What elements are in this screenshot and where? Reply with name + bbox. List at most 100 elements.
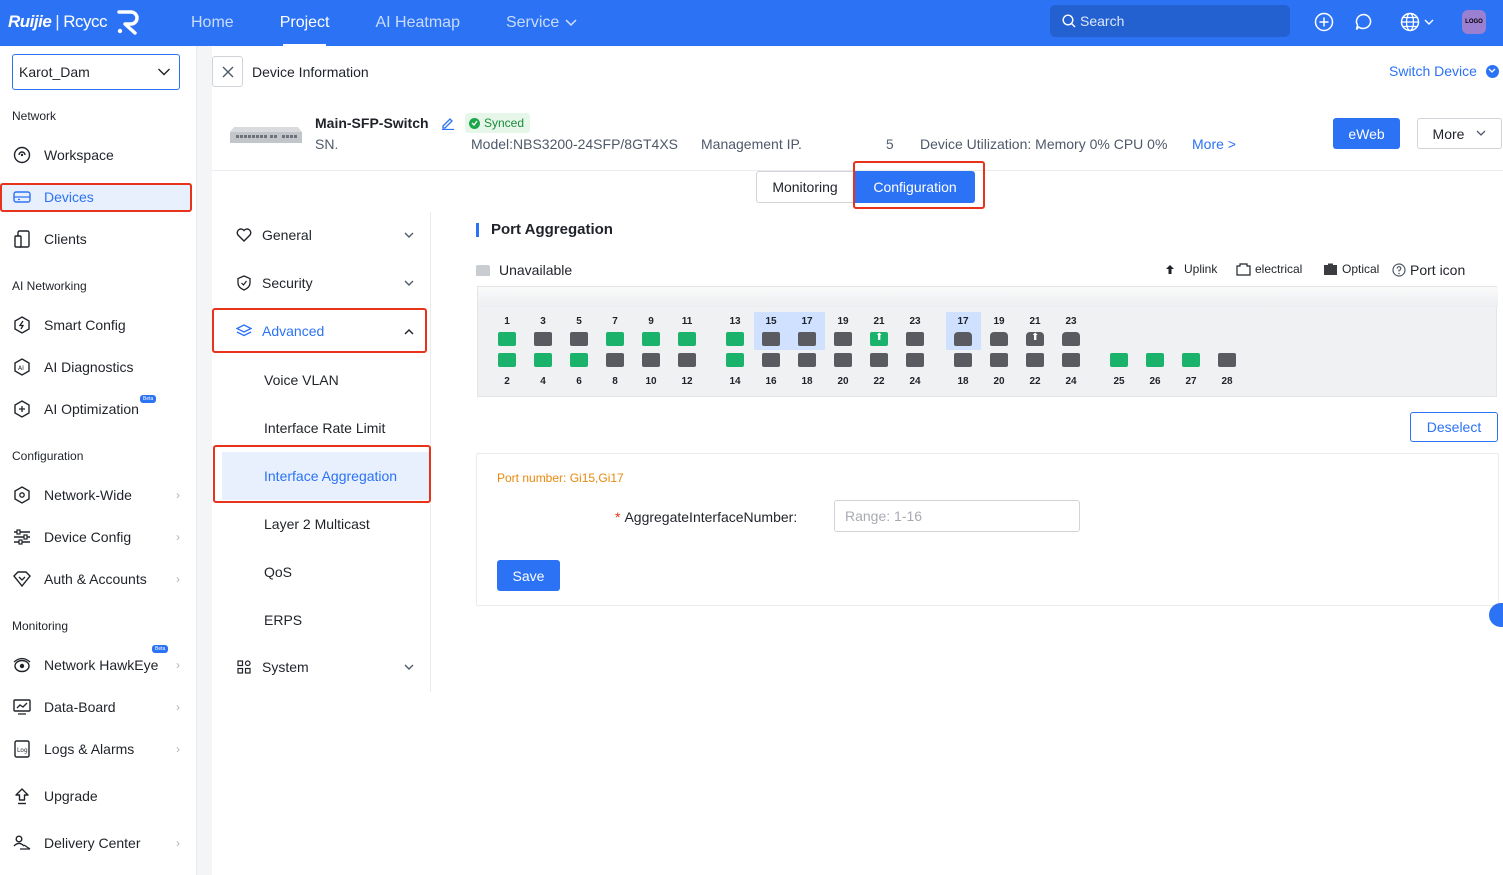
tab-monitoring[interactable]: Monitoring: [756, 171, 854, 203]
port-label: 18: [801, 376, 813, 387]
port-2[interactable]: [498, 353, 516, 367]
port-24[interactable]: [906, 353, 924, 367]
brand-mark-icon: [117, 10, 139, 35]
port-label: 4: [540, 376, 546, 387]
electrical-port-20[interactable]: [990, 353, 1008, 367]
legend-optical-label: Optical: [1342, 262, 1380, 276]
submenu-qos[interactable]: QoS: [222, 548, 430, 596]
sidebar-item-network-wide[interactable]: Network-Wide ›: [0, 481, 190, 509]
sidebar-item-logs-alarms[interactable]: Log Logs & Alarms ›: [0, 735, 190, 763]
ai-diagnostics-icon: AI: [12, 357, 32, 377]
sidebar-item-smart-config[interactable]: Smart Config: [0, 311, 190, 339]
data-board-icon: [12, 697, 32, 717]
submenu-system-label: System: [262, 659, 309, 675]
port-22[interactable]: [870, 353, 888, 367]
message-icon[interactable]: [1353, 11, 1375, 33]
save-button[interactable]: Save: [497, 560, 560, 591]
submenu-layer2-multicast[interactable]: Layer 2 Multicast: [222, 500, 430, 548]
more-button[interactable]: More: [1417, 118, 1502, 149]
edit-icon[interactable]: [441, 116, 455, 130]
sidebar-item-network-hawkeye[interactable]: Network HawkEye Beta ›: [0, 645, 190, 679]
ai-optimization-icon: [12, 399, 32, 419]
port-12[interactable]: [678, 353, 696, 367]
port-11[interactable]: [678, 332, 696, 346]
device-model: Model:NBS3200-24SFP/8GT4XS: [471, 136, 678, 152]
sidebar-item-auth-accounts[interactable]: Auth & Accounts ›: [0, 565, 190, 593]
port-25[interactable]: [1110, 353, 1128, 367]
nav-ai-heatmap[interactable]: AI Heatmap: [352, 0, 482, 46]
project-select[interactable]: Karot_Dam: [12, 54, 180, 90]
port-14[interactable]: [726, 353, 744, 367]
nav-project-label: Project: [279, 14, 330, 31]
add-icon[interactable]: [1313, 11, 1335, 33]
submenu-general[interactable]: General: [222, 213, 430, 257]
eweb-button[interactable]: eWeb: [1333, 118, 1400, 149]
submenu-voice-vlan[interactable]: Voice VLAN: [222, 356, 430, 404]
sidebar-item-workspace[interactable]: Workspace: [0, 141, 190, 169]
switch-device-link[interactable]: Switch Device: [1389, 63, 1499, 79]
port-19[interactable]: [834, 332, 852, 346]
electrical-port-21[interactable]: ⬆: [1026, 332, 1044, 346]
port-4[interactable]: [534, 353, 552, 367]
sidebar-item-device-config[interactable]: Device Config ›: [0, 523, 190, 551]
close-button[interactable]: [212, 56, 243, 87]
port-9[interactable]: [642, 332, 660, 346]
close-icon: [222, 66, 233, 77]
top-navigation-bar: Ruijie | Rcycc Home Project AI Heatmap S…: [0, 0, 1503, 46]
port-15[interactable]: [762, 332, 780, 346]
port-27[interactable]: [1182, 353, 1200, 367]
port-5[interactable]: [570, 332, 588, 346]
electrical-port-17[interactable]: [954, 332, 972, 346]
legend-electrical-label: electrical: [1255, 262, 1303, 276]
port-16[interactable]: [762, 353, 780, 367]
nav-service[interactable]: Service: [483, 0, 600, 46]
port-28[interactable]: [1218, 353, 1236, 367]
port-6[interactable]: [570, 353, 588, 367]
port-13[interactable]: [726, 332, 744, 346]
electrical-port-18[interactable]: [954, 353, 972, 367]
selected-ports-text: Port number: Gi15,Gi17: [497, 471, 624, 485]
port-1[interactable]: [498, 332, 516, 346]
avatar[interactable]: LOGO: [1462, 10, 1486, 34]
electrical-port-19[interactable]: [990, 332, 1008, 346]
nav-project[interactable]: Project: [257, 0, 353, 46]
nav-home[interactable]: Home: [168, 0, 257, 46]
electrical-port-22[interactable]: [1026, 353, 1044, 367]
electrical-port-23[interactable]: [1062, 332, 1080, 346]
sidebar-item-ai-diagnostics[interactable]: AI AI Diagnostics: [0, 353, 190, 381]
search-input[interactable]: Search: [1050, 5, 1290, 37]
more-info-link[interactable]: More >: [1192, 136, 1236, 152]
sidebar-item-ai-optimization[interactable]: AI Optimization Beta: [0, 395, 190, 423]
port-label: 12: [681, 376, 693, 387]
port-10[interactable]: [642, 353, 660, 367]
port-3[interactable]: [534, 332, 552, 346]
brand-logo[interactable]: Ruijie | Rcycc: [8, 6, 141, 38]
port-label: 2: [504, 376, 510, 387]
port-label: 25: [1113, 376, 1125, 387]
aggregate-number-input[interactable]: [834, 500, 1080, 532]
port-17[interactable]: [798, 332, 816, 346]
port-26[interactable]: [1146, 353, 1164, 367]
legend-port-icon[interactable]: Port icon: [1392, 262, 1465, 278]
chevron-right-icon: ›: [176, 572, 180, 586]
sidebar-item-upgrade[interactable]: Upgrade: [0, 782, 190, 810]
sidebar-item-clients[interactable]: Clients: [0, 225, 190, 253]
port-7[interactable]: [606, 332, 624, 346]
port-21[interactable]: ⬆: [870, 332, 888, 346]
language-globe-icon[interactable]: [1397, 11, 1437, 33]
port-20[interactable]: [834, 353, 852, 367]
port-label: 26: [1149, 376, 1161, 387]
brand-separator: |: [55, 12, 60, 31]
port-23[interactable]: [906, 332, 924, 346]
electrical-port-24[interactable]: [1062, 353, 1080, 367]
submenu-erps[interactable]: ERPS: [222, 596, 430, 644]
chevron-right-icon: ›: [176, 700, 180, 714]
sn-label: SN.: [315, 136, 339, 152]
submenu-system[interactable]: System: [222, 645, 430, 689]
port-18[interactable]: [798, 353, 816, 367]
submenu-security[interactable]: Security: [222, 261, 430, 305]
sidebar-item-data-board[interactable]: Data-Board ›: [0, 693, 190, 721]
port-8[interactable]: [606, 353, 624, 367]
deselect-button[interactable]: Deselect: [1410, 412, 1498, 442]
sidebar-item-delivery-center[interactable]: Delivery Center ›: [0, 829, 190, 857]
